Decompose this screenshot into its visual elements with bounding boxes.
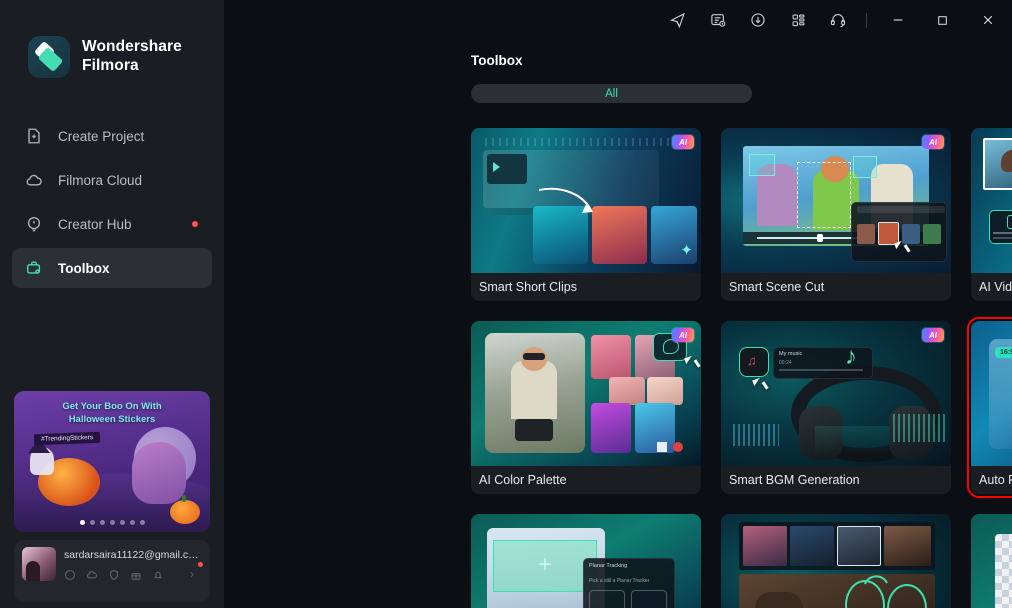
gift-icon[interactable] bbox=[130, 568, 142, 580]
card-thumbnail: AI bbox=[721, 128, 951, 273]
bell-icon[interactable] bbox=[152, 568, 164, 580]
filter-tab-label: All bbox=[605, 87, 618, 100]
minimize-button[interactable] bbox=[875, 0, 920, 40]
card-ai-color-palette[interactable]: AI AI Color Palette bbox=[471, 321, 701, 494]
task-list-icon[interactable] bbox=[698, 0, 738, 40]
card-multi-cam[interactable] bbox=[721, 514, 951, 608]
brand-name: Wondershare Filmora bbox=[82, 38, 182, 76]
cloud-download-icon[interactable] bbox=[738, 0, 778, 40]
card-title: AI Video Enhancer bbox=[979, 280, 1012, 294]
card-thumbnail bbox=[721, 514, 951, 608]
card-ai-video-enhancer[interactable]: Before After AI AI Video Enhancer bbox=[971, 128, 1012, 301]
card-title: AI Color Palette bbox=[479, 473, 567, 487]
title-bar bbox=[224, 0, 1012, 40]
filter-tab-all[interactable]: All bbox=[471, 84, 752, 103]
account-email: sardarsaira11122@gmail.com bbox=[64, 549, 202, 561]
ai-badge: AI bbox=[672, 328, 694, 342]
card-thumbnail: ＋ Planar Tracking Pick a still a Planar … bbox=[471, 514, 701, 608]
sidebar-item-creator-hub[interactable]: Creator Hub bbox=[12, 204, 212, 244]
new-file-icon bbox=[24, 126, 44, 146]
toolbox-icon bbox=[24, 258, 44, 278]
card-smart-short-clips[interactable]: ✦ AI Smart Short Clips bbox=[471, 128, 701, 301]
card-title: Auto Reframe bbox=[979, 473, 1012, 487]
card-thumbnail: AI bbox=[971, 514, 1012, 608]
lightbulb-icon bbox=[24, 214, 44, 234]
ai-badge: AI bbox=[922, 328, 944, 342]
card-auto-reframe[interactable]: 16:9 bbox=[967, 317, 1012, 498]
cloud-icon bbox=[24, 170, 44, 190]
main-area: Toolbox All ✦ AI Smart Short Clips AI Sm… bbox=[224, 0, 1012, 608]
apps-grid-icon[interactable] bbox=[778, 0, 818, 40]
ai-badge: AI bbox=[922, 135, 944, 149]
card-smart-scene-cut[interactable]: AI Smart Scene Cut bbox=[721, 128, 951, 301]
card-thumbnail: AI bbox=[471, 321, 701, 466]
promo-carousel-dots[interactable] bbox=[14, 520, 210, 525]
promo-character bbox=[132, 442, 186, 504]
sidebar-nav: Create Project Filmora Cloud Creator Hub bbox=[0, 116, 224, 288]
brand-line-1: Wondershare bbox=[82, 38, 182, 56]
sidebar-item-label: Toolbox bbox=[58, 260, 110, 276]
card-planar-tracking[interactable]: ＋ Planar Tracking Pick a still a Planar … bbox=[471, 514, 701, 608]
card-smart-bgm-generation[interactable]: ♫ My music 00:24 ♪ AI Smart BGM Generati… bbox=[721, 321, 951, 494]
headset-support-icon[interactable] bbox=[818, 0, 858, 40]
card-thumbnail: ✦ AI bbox=[471, 128, 701, 273]
coin-icon[interactable] bbox=[64, 568, 76, 581]
creator-hub-badge bbox=[192, 221, 198, 227]
cloud-icon[interactable] bbox=[86, 568, 98, 580]
sidebar: Wondershare Filmora Create Project Filmo… bbox=[0, 0, 224, 608]
card-title: Smart Short Clips bbox=[479, 280, 577, 294]
filmora-logo bbox=[28, 36, 70, 78]
brand-line-2: Filmora bbox=[82, 57, 139, 74]
account-panel[interactable]: sardarsaira11122@gmail.com › bbox=[14, 540, 210, 602]
promo-title-line-2: Halloween Stickers bbox=[68, 413, 156, 425]
sidebar-item-label: Filmora Cloud bbox=[58, 172, 143, 188]
ai-badge: AI bbox=[672, 135, 694, 149]
toolbox-grid: ✦ AI Smart Short Clips AI Smart Scene Cu… bbox=[471, 128, 1012, 608]
shield-icon[interactable] bbox=[108, 568, 120, 581]
avatar bbox=[22, 547, 56, 581]
account-notification-dot bbox=[198, 562, 203, 567]
ratio-chip-source: 16:9 bbox=[995, 347, 1012, 358]
sidebar-item-label: Create Project bbox=[58, 128, 145, 144]
titlebar-divider bbox=[866, 12, 867, 28]
card-ai-portrait[interactable]: AI bbox=[971, 514, 1012, 608]
promo-banner[interactable]: Get Your Boo On With Halloween Stickers … bbox=[14, 391, 210, 532]
account-expand-chevron[interactable]: › bbox=[190, 568, 202, 580]
brand: Wondershare Filmora bbox=[0, 0, 224, 78]
filmora-window: Wondershare Filmora Create Project Filmo… bbox=[0, 0, 1012, 608]
card-title: Smart Scene Cut bbox=[729, 280, 825, 294]
page-title: Toolbox bbox=[471, 53, 523, 68]
card-title: Smart BGM Generation bbox=[729, 473, 860, 487]
promo-title: Get Your Boo On With Halloween Stickers bbox=[14, 401, 210, 427]
sidebar-item-label: Creator Hub bbox=[58, 216, 132, 232]
sidebar-item-filmora-cloud[interactable]: Filmora Cloud bbox=[12, 160, 212, 200]
share-send-icon[interactable] bbox=[658, 0, 698, 40]
filter-row: All bbox=[471, 84, 752, 103]
promo-tag: #TrendingStickers bbox=[33, 431, 101, 446]
maximize-button[interactable] bbox=[920, 0, 965, 40]
card-thumbnail: ♫ My music 00:24 ♪ AI bbox=[721, 321, 951, 466]
close-button[interactable] bbox=[965, 0, 1010, 40]
sidebar-item-create-project[interactable]: Create Project bbox=[12, 116, 212, 156]
account-icon-row: › bbox=[64, 562, 203, 581]
card-thumbnail: 16:9 bbox=[971, 321, 1012, 466]
card-thumbnail: Before After AI bbox=[971, 128, 1012, 273]
promo-title-line-1: Get Your Boo On With bbox=[62, 401, 162, 412]
sidebar-item-toolbox[interactable]: Toolbox bbox=[12, 248, 212, 288]
